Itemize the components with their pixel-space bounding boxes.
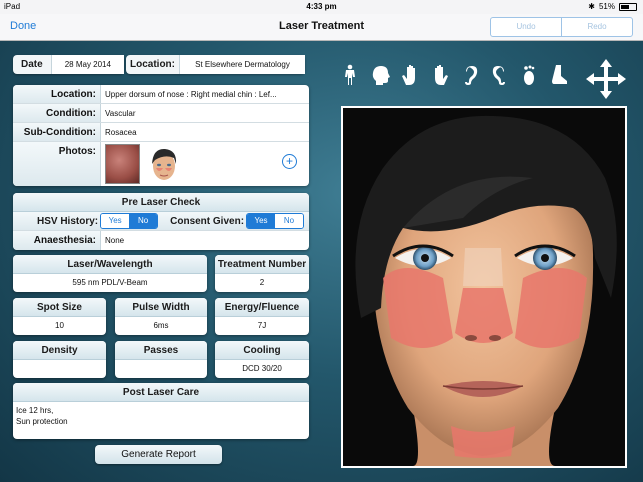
subcondition-row[interactable]: Sub-Condition: Rosacea	[13, 123, 309, 142]
pulse-width-label: Pulse Width	[115, 298, 207, 317]
spot-size-value: 10	[55, 321, 64, 330]
treatment-number-value: 2	[259, 278, 265, 287]
status-bar: iPad 4:33 pm ✱ 51%	[0, 0, 643, 14]
post-laser-care-text[interactable]: Ice 12 hrs, Sun protection	[13, 402, 309, 430]
nav-bar: Done Laser Treatment Undo Redo	[0, 14, 643, 41]
foot-side-icon[interactable]	[550, 64, 570, 91]
anaesthesia-label: Anaesthesia:	[13, 231, 101, 250]
energy-fluence-label: Energy/Fluence	[215, 298, 309, 317]
location-chip[interactable]: Location: St Elsewhere Dermatology	[126, 55, 305, 74]
post-care-line-2: Sun protection	[16, 417, 68, 426]
face-model-viewer[interactable]	[341, 106, 627, 468]
location-chip-label: Location:	[130, 59, 175, 70]
add-photo-icon[interactable]: +	[282, 154, 297, 169]
body-part-selector	[340, 64, 570, 91]
undo-redo-control: Undo Redo	[490, 17, 633, 37]
location-label: Location:	[13, 85, 101, 103]
cooling-value: DCD 30/20	[242, 364, 282, 373]
post-care-line-1: Ice 12 hrs,	[16, 406, 54, 415]
energy-fluence-card[interactable]: Energy/Fluence 7J	[215, 298, 309, 335]
condition-row[interactable]: Condition: Vascular	[13, 104, 309, 123]
move-arrows-icon[interactable]	[584, 57, 628, 101]
density-card[interactable]: Density	[13, 341, 106, 378]
condition-value[interactable]: Vascular	[101, 104, 309, 122]
hsv-toggle: Yes No	[100, 213, 159, 229]
hsv-no-button[interactable]: No	[129, 214, 158, 228]
passes-label: Passes	[115, 341, 207, 360]
consent-no-button[interactable]: No	[275, 214, 304, 228]
subcondition-value[interactable]: Rosacea	[101, 123, 309, 141]
location-value[interactable]: Upper dorsum of nose : Right medial chin…	[101, 85, 309, 103]
treatment-number-label: Treatment Number	[215, 255, 309, 274]
photos-area: +	[101, 142, 309, 186]
bluetooth-icon: ✱	[588, 2, 595, 11]
laser-wavelength-value: 595 nm PDL/V-Beam	[72, 278, 148, 287]
energy-fluence-value: 7J	[257, 321, 267, 330]
date-chip[interactable]: Date 28 May 2014	[13, 55, 124, 74]
ear-left-icon[interactable]	[460, 64, 480, 91]
consent-yes-button[interactable]: Yes	[247, 214, 276, 228]
consent-label: Consent Given:	[170, 215, 245, 227]
head-icon[interactable]	[370, 64, 390, 91]
status-right: ✱ 51%	[588, 2, 637, 11]
laser-wavelength-label: Laser/Wavelength	[13, 255, 207, 274]
cooling-label: Cooling	[215, 341, 309, 360]
passes-card[interactable]: Passes	[115, 341, 207, 378]
spot-size-label: Spot Size	[13, 298, 106, 317]
hsv-consent-row: HSV History: Yes No Consent Given: Yes N…	[13, 212, 309, 231]
anaesthesia-row[interactable]: Anaesthesia: None	[13, 231, 309, 250]
photo-thumbnail-face[interactable]	[147, 144, 181, 184]
pre-laser-title: Pre Laser Check	[13, 193, 309, 212]
undo-button[interactable]: Undo	[491, 18, 561, 36]
hsv-label: HSV History:	[37, 215, 99, 227]
post-laser-care-title: Post Laser Care	[13, 383, 309, 402]
cooling-card[interactable]: Cooling DCD 30/20	[215, 341, 309, 378]
date-label: Date	[21, 59, 43, 70]
hand-back-icon[interactable]	[430, 64, 450, 91]
hand-front-icon[interactable]	[400, 64, 420, 91]
treatment-number-card[interactable]: Treatment Number 2	[215, 255, 309, 292]
photos-label: Photos:	[13, 142, 101, 186]
subcondition-label: Sub-Condition:	[13, 123, 101, 141]
body-icon[interactable]	[340, 64, 360, 91]
spot-size-card[interactable]: Spot Size 10	[13, 298, 106, 335]
foot-icon[interactable]	[520, 64, 540, 91]
condition-label: Condition:	[13, 104, 101, 122]
date-value: 28 May 2014	[50, 55, 124, 74]
anaesthesia-value[interactable]: None	[101, 231, 309, 250]
pulse-width-card[interactable]: Pulse Width 6ms	[115, 298, 207, 335]
passes-value	[115, 360, 207, 378]
face-model-image	[343, 108, 625, 466]
battery-percent: 51%	[598, 2, 615, 11]
pulse-width-value: 6ms	[153, 321, 169, 330]
battery-icon	[619, 2, 637, 11]
density-value	[13, 360, 106, 378]
location-chip-value: St Elsewhere Dermatology	[179, 55, 305, 74]
details-panel: Location: Upper dorsum of nose : Right m…	[13, 85, 309, 186]
photos-row: Photos: +	[13, 142, 309, 186]
generate-report-button[interactable]: Generate Report	[95, 445, 222, 464]
clock: 4:33 pm	[306, 2, 337, 11]
redo-button[interactable]: Redo	[561, 18, 632, 36]
laser-wavelength-card[interactable]: Laser/Wavelength 595 nm PDL/V-Beam	[13, 255, 207, 292]
pre-laser-panel: Pre Laser Check HSV History: Yes No Cons…	[13, 193, 309, 250]
post-laser-care-panel[interactable]: Post Laser Care Ice 12 hrs, Sun protecti…	[13, 383, 309, 439]
location-row[interactable]: Location: Upper dorsum of nose : Right m…	[13, 85, 309, 104]
photo-thumbnail-skin[interactable]	[105, 144, 140, 184]
density-label: Density	[13, 341, 106, 360]
hsv-yes-button[interactable]: Yes	[101, 214, 130, 228]
consent-toggle: Yes No	[246, 213, 305, 229]
ear-right-icon[interactable]	[490, 64, 510, 91]
